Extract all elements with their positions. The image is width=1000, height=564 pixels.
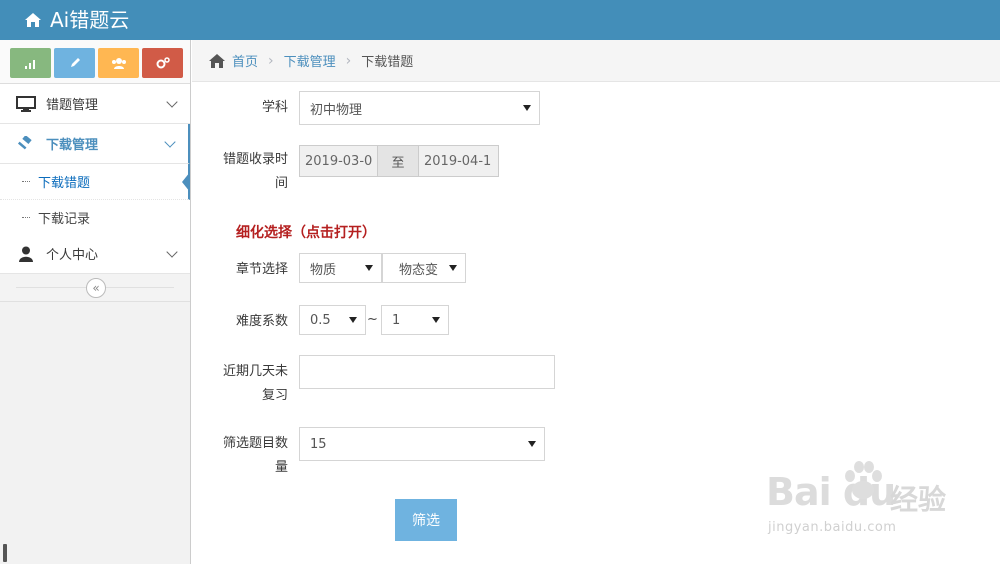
home-icon (25, 13, 41, 27)
sidebar-shortcuts (0, 40, 190, 84)
difficulty-max-select[interactable]: 1 (381, 305, 449, 335)
double-chevron-left-icon[interactable]: « (86, 278, 106, 298)
chapter-select[interactable]: 物质 (299, 253, 382, 283)
chapter-select-value: 物质 (310, 262, 337, 278)
breadcrumb-current: 下载错题 (361, 55, 414, 70)
baidu-jingyan-watermark: Bai du 经验 jingyan.baidu.com (766, 456, 956, 548)
days-not-reviewed-label: 近期几天未 复习 (222, 364, 288, 403)
sidebar-item-label: 下载管理 (46, 138, 99, 153)
breadcrumb-separator: › (345, 52, 352, 69)
section-select[interactable]: 物态变 (382, 253, 466, 283)
difficulty-range-separator: ~ (367, 312, 378, 327)
subject-select[interactable]: 初中物理 (299, 91, 540, 125)
cogs-shortcut-button[interactable] (142, 48, 183, 78)
breadcrumb-home-link[interactable]: 首页 (232, 51, 258, 70)
scrollbar-handle[interactable] (3, 544, 7, 562)
signal-icon (24, 60, 35, 69)
sidebar-item-label: 错题管理 (46, 98, 99, 113)
sidebar-item-mistake-management[interactable]: 错题管理 (0, 84, 190, 124)
question-count-label: 筛选题目数 量 (222, 436, 288, 475)
chevron-down-icon (164, 135, 176, 148)
difficulty-max-value: 1 (392, 312, 401, 328)
sidebar-item-label: 个人中心 (46, 248, 99, 263)
brand[interactable]: Ai错题云 (24, 6, 129, 34)
desktop-icon (14, 95, 38, 112)
app-title: Ai错题云 (50, 8, 130, 32)
top-navbar: Ai错题云 (0, 0, 1000, 40)
section-select-value: 物态变 (399, 262, 439, 278)
watermark-cn: 经验 (890, 483, 947, 516)
chevron-down-icon (166, 245, 178, 258)
breadcrumb-separator: › (268, 52, 274, 69)
signal-shortcut-button[interactable] (10, 48, 51, 78)
question-count-select[interactable]: 15 (299, 427, 545, 461)
sidebar-subitem-download-mistakes[interactable]: 下载错题 (0, 164, 190, 200)
chapter-label: 章节选择 (235, 262, 288, 277)
caret-down-icon (365, 265, 373, 271)
sidebar-subitem-download-records[interactable]: 下载记录 (0, 200, 190, 236)
caret-down-icon (528, 441, 536, 447)
difficulty-label: 难度系数 (235, 314, 288, 329)
sidebar-collapse-bar: « (0, 274, 190, 302)
cogs-icon (156, 57, 170, 69)
home-icon (209, 53, 225, 68)
pencil-shortcut-button[interactable] (54, 48, 95, 78)
sidebar-item-personal-center[interactable]: 个人中心 (0, 234, 190, 274)
caret-down-icon (523, 105, 531, 111)
days-not-reviewed-input[interactable] (299, 355, 555, 389)
user-icon (14, 246, 38, 262)
caret-down-icon (349, 317, 357, 323)
breadcrumb: 首页 › 下载管理 › 下载错题 (192, 40, 1000, 82)
date-range-label: 错题收录时 间 (222, 152, 288, 191)
users-icon (111, 58, 126, 69)
breadcrumb-section-link[interactable]: 下载管理 (284, 51, 336, 70)
chevron-down-icon (166, 95, 178, 108)
sidebar-subitem-label: 下载错题 (38, 176, 91, 191)
baidu-paw-icon (845, 461, 882, 499)
subject-label: 学科 (261, 100, 288, 115)
gavel-icon (14, 135, 38, 152)
date-from-input[interactable]: 2019-03-0 (299, 145, 378, 177)
caret-down-icon (449, 265, 457, 271)
users-shortcut-button[interactable] (98, 48, 139, 78)
difficulty-min-select[interactable]: 0.5 (299, 305, 366, 335)
watermark-url: jingyan.baidu.com (768, 520, 897, 535)
date-to-input[interactable]: 2019-04-1 (418, 145, 499, 177)
caret-down-icon (432, 317, 440, 323)
question-count-value: 15 (310, 436, 327, 452)
date-range-separator: 至 (378, 145, 418, 177)
filter-button[interactable]: 筛选 (395, 499, 457, 541)
subject-select-value: 初中物理 (310, 102, 363, 118)
refine-selection-toggle[interactable]: 细化选择（点击打开） (236, 222, 376, 242)
sidebar: 错题管理 下载管理 下载错题 下载记录 个人中心 « (0, 40, 191, 564)
sidebar-subitem-label: 下载记录 (38, 212, 91, 227)
pencil-icon (70, 58, 80, 67)
difficulty-min-value: 0.5 (310, 312, 331, 328)
sidebar-item-download-management[interactable]: 下载管理 (0, 124, 190, 164)
